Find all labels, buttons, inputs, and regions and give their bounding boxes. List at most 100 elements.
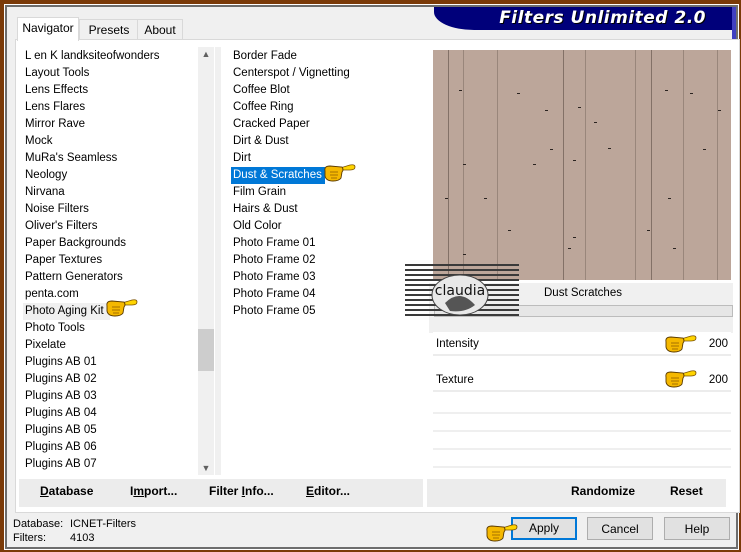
- apply-button[interactable]: Apply: [511, 517, 577, 540]
- list-item-label: Plugins AB 03: [25, 390, 97, 402]
- list-item-label: Plugins AB 07: [25, 458, 97, 470]
- category-item[interactable]: Lens Effects: [23, 82, 197, 99]
- scroll-thumb[interactable]: [198, 329, 214, 371]
- filter-item[interactable]: Coffee Blot: [231, 82, 421, 99]
- dust-speck: [673, 248, 676, 249]
- category-list[interactable]: L en K landksiteofwonders Layout Tools Len…: [23, 48, 197, 474]
- filter-list[interactable]: Border Fade Centerspot / Vignetting Coffee…: [231, 48, 421, 474]
- param-value: 200: [708, 374, 728, 386]
- category-item[interactable]: Mirror Rave: [23, 116, 197, 133]
- dust-speck: [608, 148, 611, 149]
- filter-item[interactable]: Photo Frame 03: [231, 269, 421, 286]
- status-database: Database: ICNET-Filters: [13, 518, 136, 530]
- filter-item[interactable]: Photo Frame 01: [231, 235, 421, 252]
- dust-speck: [484, 198, 487, 199]
- filter-info-button[interactable]: Filter Info...: [209, 484, 274, 498]
- pointing-hand-icon: [486, 524, 518, 542]
- app-title: Filters Unlimited 2.0: [499, 8, 706, 28]
- filter-item[interactable]: Centerspot / Vignetting: [231, 65, 421, 82]
- category-item[interactable]: Plugins AB 08: [23, 473, 197, 474]
- category-item[interactable]: Plugins AB 01: [23, 354, 197, 371]
- reset-button[interactable]: Reset: [670, 484, 703, 498]
- category-item[interactable]: Oliver's Filters: [23, 218, 197, 235]
- selected-filter-name: Dust Scratches: [544, 287, 622, 299]
- filter-item[interactable]: Coffee Ring: [231, 99, 421, 116]
- filter-item[interactable]: Film Grain: [231, 184, 421, 201]
- list-item-label: Photo Frame 02: [233, 254, 316, 266]
- empty-param-slot: [433, 448, 731, 450]
- category-item[interactable]: Lens Flares: [23, 99, 197, 116]
- scratch-line: [563, 50, 564, 280]
- category-item[interactable]: Plugins AB 02: [23, 371, 197, 388]
- category-item[interactable]: MuRa's Seamless: [23, 150, 197, 167]
- dialog-body: Filters Unlimited 2.0 Navigator Presets …: [7, 7, 740, 547]
- filter-item[interactable]: Dirt & Dust: [231, 133, 421, 150]
- category-item[interactable]: Layout Tools: [23, 65, 197, 82]
- category-item[interactable]: Pixelate: [23, 337, 197, 354]
- category-item[interactable]: Plugins AB 06: [23, 439, 197, 456]
- list-item-label: Border Fade: [233, 50, 297, 62]
- list-item-label: Photo Aging Kit: [23, 303, 110, 320]
- category-item[interactable]: L en K landksiteofwonders: [23, 48, 197, 65]
- dust-speck: [459, 90, 462, 91]
- list-item-label: Hairs & Dust: [233, 203, 298, 215]
- list-item-label: Cracked Paper: [233, 118, 310, 130]
- empty-param-slot: [433, 412, 731, 414]
- list-item-label: Plugins AB 01: [25, 356, 97, 368]
- filter-item[interactable]: Photo Frame 05: [231, 303, 421, 320]
- filter-item[interactable]: Photo Frame 02: [231, 252, 421, 269]
- category-item[interactable]: Plugins AB 05: [23, 422, 197, 439]
- category-item[interactable]: Noise Filters: [23, 201, 197, 218]
- list-item-label: Old Color: [233, 220, 282, 232]
- list-item-label: Mock: [25, 135, 53, 147]
- dust-speck: [533, 164, 536, 165]
- dust-speck: [647, 230, 650, 231]
- list-item-label: Centerspot / Vignetting: [233, 67, 350, 79]
- category-item[interactable]: Neology: [23, 167, 197, 184]
- database-button[interactable]: Database: [40, 484, 93, 498]
- list-item-label: Plugins AB 06: [25, 441, 97, 453]
- tab-navigator[interactable]: Navigator: [17, 17, 79, 41]
- dust-speck: [463, 254, 466, 255]
- list-item-label: Lens Flares: [25, 101, 86, 113]
- list-item-label: Plugins AB 02: [25, 373, 97, 385]
- category-item[interactable]: Plugins AB 07: [23, 456, 197, 473]
- list-item-label: Lens Effects: [25, 84, 89, 96]
- category-item[interactable]: Plugins AB 03: [23, 388, 197, 405]
- category-scrollbar[interactable]: ▲ ▼: [198, 47, 214, 475]
- category-item[interactable]: Paper Textures: [23, 252, 197, 269]
- dialog-frame: Filters Unlimited 2.0 Navigator Presets …: [4, 4, 740, 550]
- list-item-label: Plugins AB 08: [23, 473, 197, 474]
- category-item[interactable]: Paper Backgrounds: [23, 235, 197, 252]
- list-item-label: Film Grain: [233, 186, 287, 198]
- parameter-area: Intensity 200 Texture 200: [433, 332, 731, 472]
- category-item[interactable]: Pattern Generators: [23, 269, 197, 286]
- scroll-up-icon[interactable]: ▲: [198, 49, 214, 59]
- category-item[interactable]: Nirvana: [23, 184, 197, 201]
- filter-item[interactable]: Hairs & Dust: [231, 201, 421, 218]
- filter-item[interactable]: Old Color: [231, 218, 421, 235]
- category-item[interactable]: Photo Tools: [23, 320, 197, 337]
- filter-item[interactable]: Border Fade: [231, 48, 421, 65]
- editor-button[interactable]: Editor...: [306, 484, 350, 498]
- list-item-label: Layout Tools: [25, 67, 90, 79]
- dust-speck: [718, 110, 721, 111]
- filter-item[interactable]: Photo Frame 04: [231, 286, 421, 303]
- database-label: Database:: [13, 518, 64, 530]
- list-item-label: Dirt & Dust: [233, 135, 289, 147]
- filter-item[interactable]: Cracked Paper: [231, 116, 421, 133]
- tab-about[interactable]: About: [137, 19, 183, 40]
- category-item[interactable]: Plugins AB 04: [23, 405, 197, 422]
- list-item-label: Dust & Scratches: [231, 167, 325, 184]
- category-item[interactable]: Mock: [23, 133, 197, 150]
- title-banner: Filters Unlimited 2.0: [434, 7, 736, 30]
- import-button[interactable]: Import...: [130, 484, 177, 498]
- dust-speck: [545, 110, 548, 111]
- scratch-line: [683, 50, 684, 280]
- help-button[interactable]: Help: [664, 517, 730, 540]
- cancel-button[interactable]: Cancel: [587, 517, 653, 540]
- dust-speck: [573, 237, 576, 238]
- scroll-down-icon[interactable]: ▼: [198, 463, 214, 473]
- randomize-button[interactable]: Randomize: [571, 484, 635, 498]
- tab-presets[interactable]: Presets: [79, 19, 139, 40]
